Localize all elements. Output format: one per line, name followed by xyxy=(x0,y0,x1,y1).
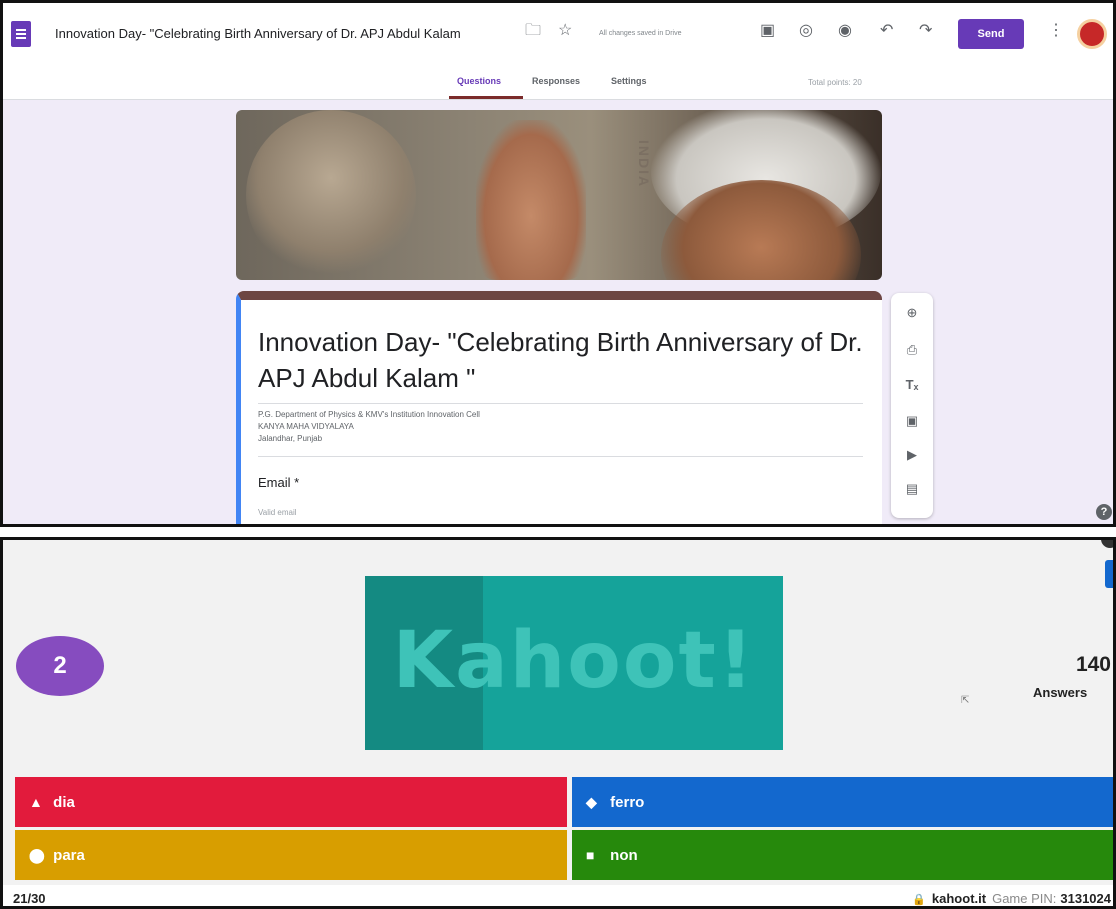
question-number-badge: 2 xyxy=(16,636,104,696)
answer-option-triangle[interactable]: ▲ dia xyxy=(15,777,567,827)
palette-icon[interactable]: ◎ xyxy=(799,23,813,39)
mouse-cursor-icon: ⇱ xyxy=(961,695,970,706)
divider xyxy=(258,403,863,404)
divider xyxy=(258,456,863,457)
total-points: Total points: 20 xyxy=(808,78,862,87)
tab-questions[interactable]: Questions xyxy=(457,76,501,86)
undo-icon[interactable]: ↶ xyxy=(880,23,893,39)
form-title[interactable]: Innovation Day- "Celebrating Birth Anniv… xyxy=(258,324,868,396)
game-pin: 3131024 xyxy=(1060,891,1111,906)
triangle-icon: ▲ xyxy=(29,794,43,810)
answers-label: Answers xyxy=(1033,685,1088,700)
answer-label: ferro xyxy=(610,794,645,811)
header-image-left-portrait xyxy=(246,110,416,280)
more-vert-icon[interactable]: ⋮ xyxy=(1048,23,1064,39)
game-pin-area: 🔒 kahoot.it Game PIN: 3131024 xyxy=(912,891,1111,906)
game-pin-label: Game PIN: xyxy=(992,891,1057,906)
circle-icon: ⬤ xyxy=(29,847,45,863)
form-description-line[interactable]: Jalandhar, Punjab xyxy=(258,434,322,443)
close-icon[interactable] xyxy=(1101,540,1113,548)
google-forms-panel: Innovation Day- "Celebrating Birth Anniv… xyxy=(0,0,1116,527)
form-description-line[interactable]: KANYA MAHA VIDYALAYA xyxy=(258,422,354,431)
addon-icon[interactable]: ▣ xyxy=(760,23,775,39)
square-icon: ■ xyxy=(586,847,595,863)
email-question-label: Email * xyxy=(258,475,300,490)
email-placeholder[interactable]: Valid email xyxy=(258,508,297,517)
kahoot-site: kahoot.it xyxy=(931,891,987,906)
header-image: INDIA xyxy=(236,110,882,280)
help-icon[interactable]: ? xyxy=(1096,504,1112,520)
redo-icon[interactable]: ↷ xyxy=(919,23,932,39)
add-video-icon[interactable]: ▶ xyxy=(891,447,933,463)
tab-settings[interactable]: Settings xyxy=(611,76,647,86)
question-image: Kahoot! xyxy=(365,576,783,750)
diamond-icon: ◆ xyxy=(586,794,597,810)
forms-tabs: Questions Responses Settings Total point… xyxy=(3,63,1113,100)
avatar[interactable] xyxy=(1077,19,1107,49)
preview-eye-icon[interactable]: ◉ xyxy=(838,23,852,39)
answer-label: dia xyxy=(53,794,75,811)
answer-label: non xyxy=(610,847,638,864)
header-image-waving-hand xyxy=(476,120,586,280)
form-title-card[interactable]: Innovation Day- "Celebrating Birth Anniv… xyxy=(236,291,882,524)
add-title-icon[interactable]: Tₓ xyxy=(891,377,933,392)
tab-responses[interactable]: Responses xyxy=(532,76,580,86)
folder-icon[interactable]: 🗀 xyxy=(525,23,541,39)
document-title[interactable]: Innovation Day- "Celebrating Birth Anniv… xyxy=(55,26,521,41)
answer-option-square[interactable]: ■ non xyxy=(572,830,1113,880)
active-tab-indicator xyxy=(449,96,523,99)
kahoot-footer: 21/30 🔒 kahoot.it Game PIN: 3131024 xyxy=(3,885,1113,906)
save-status: All changes saved in Drive xyxy=(599,30,682,37)
side-toolbar: ⊕ ⎙ Tₓ ▣ ▶ ▤ xyxy=(891,293,933,518)
form-description-line[interactable]: P.G. Department of Physics & KMV's Insti… xyxy=(258,410,480,419)
answers-count: 140 xyxy=(1075,653,1111,676)
star-icon[interactable]: ☆ xyxy=(558,23,572,39)
kahoot-logo: Kahoot! xyxy=(392,616,756,706)
header-image-india-text: INDIA xyxy=(636,140,652,189)
add-image-icon[interactable]: ▣ xyxy=(891,413,933,429)
skip-button[interactable]: Skip xyxy=(1105,560,1113,588)
send-button[interactable]: Send xyxy=(958,19,1024,49)
answer-label: para xyxy=(53,847,85,864)
forms-top-bar: Innovation Day- "Celebrating Birth Anniv… xyxy=(3,3,1113,63)
answer-option-circle[interactable]: ⬤ para xyxy=(15,830,567,880)
answer-option-diamond[interactable]: ◆ ferro xyxy=(572,777,1113,827)
lock-icon: 🔒 xyxy=(912,894,926,906)
forms-app-icon[interactable] xyxy=(11,21,31,47)
kahoot-panel: Skip 2 Kahoot! 140 Answers ⇱ ▲ dia ◆ fer… xyxy=(0,537,1116,909)
import-questions-icon[interactable]: ⎙ xyxy=(891,342,933,358)
add-section-icon[interactable]: ▤ xyxy=(891,481,933,497)
question-progress: 21/30 xyxy=(13,891,46,906)
add-question-icon[interactable]: ⊕ xyxy=(891,305,933,321)
